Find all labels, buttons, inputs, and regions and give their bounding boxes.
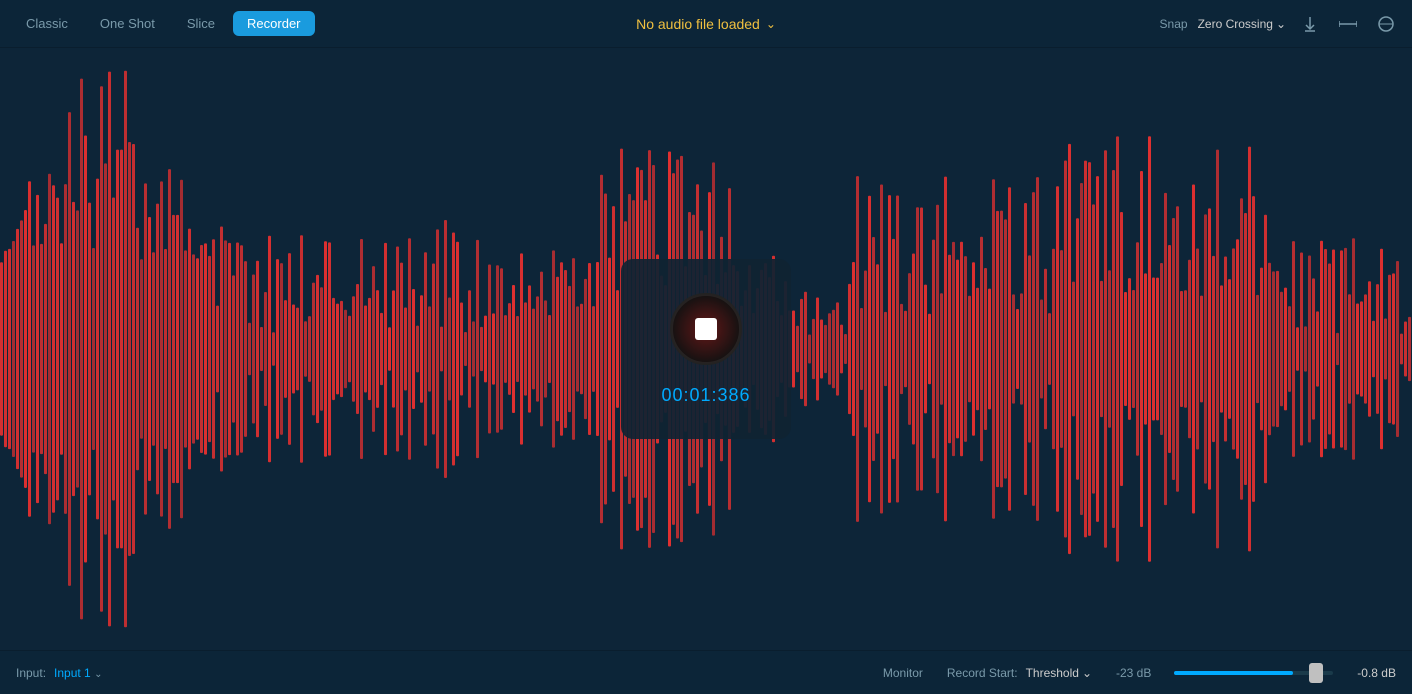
settings-icon[interactable]	[1372, 10, 1400, 38]
input-label: Input:	[16, 666, 46, 680]
header-right: Snap Zero Crossing ⌄	[1160, 10, 1400, 38]
snap-label: Snap	[1160, 17, 1188, 31]
record-start-label: Record Start:	[947, 666, 1018, 680]
threshold-slider-group: -23 dB -0.8 dB	[1116, 666, 1396, 680]
audio-status-text: No audio file loaded	[636, 16, 760, 32]
header: Classic One Shot Slice Recorder No audio…	[0, 0, 1412, 48]
waveform-area: 00:01:386	[0, 48, 1412, 650]
threshold-chevron: ⌄	[1082, 666, 1092, 680]
monitor-label: Monitor	[883, 666, 923, 680]
snap-chevron: ⌄	[1276, 17, 1286, 31]
stop-icon	[695, 318, 717, 340]
footer: Input: Input 1 ⌄ Monitor Record Start: T…	[0, 650, 1412, 694]
threshold-value[interactable]: Threshold ⌄	[1026, 666, 1092, 680]
tab-recorder[interactable]: Recorder	[233, 11, 314, 36]
tab-classic[interactable]: Classic	[12, 11, 82, 36]
fit-width-icon[interactable]	[1334, 10, 1362, 38]
tab-group: Classic One Shot Slice Recorder	[12, 11, 315, 36]
record-popup: 00:01:386	[621, 259, 791, 439]
slider-thumb[interactable]	[1309, 663, 1323, 683]
audio-status-chevron[interactable]: ⌄	[766, 17, 776, 31]
recording-timer: 00:01:386	[661, 385, 750, 406]
audio-status: No audio file loaded ⌄	[636, 16, 776, 32]
input-value[interactable]: Input 1 ⌄	[54, 666, 102, 680]
input-chevron: ⌄	[94, 669, 102, 680]
snap-value[interactable]: Zero Crossing ⌄	[1198, 17, 1286, 31]
stop-button[interactable]	[670, 293, 742, 365]
record-start-group: Record Start: Threshold ⌄	[947, 666, 1092, 680]
input-group: Input: Input 1 ⌄	[16, 666, 102, 680]
slider-fill	[1174, 671, 1293, 675]
tab-oneshot[interactable]: One Shot	[86, 11, 169, 36]
db-right-label: -0.8 dB	[1341, 666, 1396, 680]
tab-slice[interactable]: Slice	[173, 11, 229, 36]
db-left-label: -23 dB	[1116, 666, 1166, 680]
snap-down-icon[interactable]	[1296, 10, 1324, 38]
threshold-slider[interactable]	[1174, 671, 1333, 675]
